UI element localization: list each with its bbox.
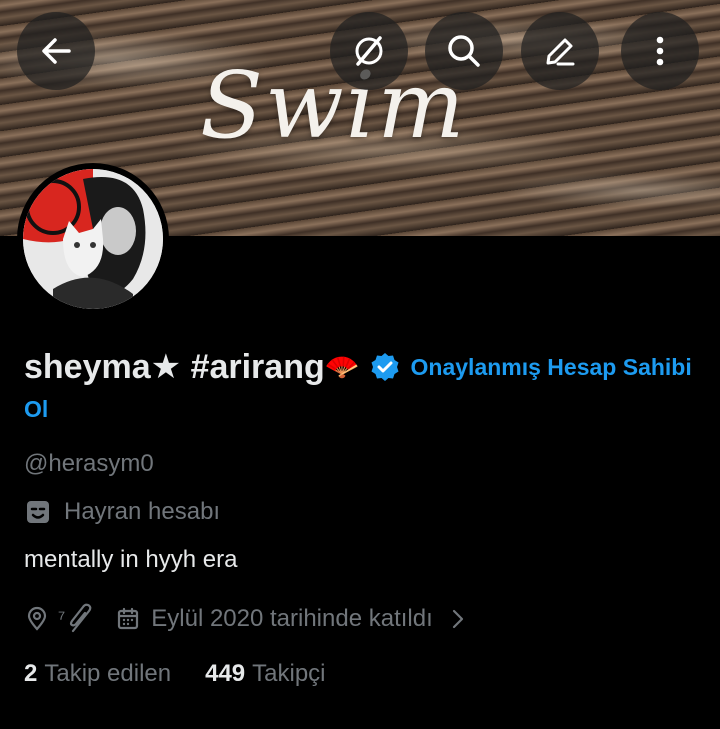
more-button[interactable] [621,12,699,90]
chevron-right-icon[interactable] [447,606,469,632]
more-vertical-icon [656,36,664,66]
search-button[interactable] [425,12,503,90]
arrow-left-icon [42,38,71,64]
followers-stat[interactable]: 449 Takipçi [205,660,325,688]
joined-date[interactable]: Eylül 2020 tarihinde katıldı [151,605,433,633]
bio: mentally in hyyh era [24,546,238,573]
search-icon [448,35,480,67]
profile-name-row: sheyma★ #arirang🪭 Onaylanmış Hesap Sahib… [24,346,704,430]
handle: @herasym0 [24,450,154,477]
avatar[interactable] [17,163,169,315]
location-icon [27,606,47,631]
fan-emoji: 🪭 [324,351,360,382]
profile-category: Hayran hesabı [24,498,220,526]
grok-icon [355,36,383,66]
following-count: 2 [24,660,38,687]
back-button[interactable] [17,12,95,90]
edit-icon [546,38,575,66]
following-stat[interactable]: 2 Takip edilen [24,660,171,688]
followers-count: 449 [205,660,246,687]
profile-meta: ⁷ Eylül 2020 tarihinde katıldı [24,600,469,638]
display-name: sheyma★ #arirang [24,348,325,386]
edit-button[interactable] [521,12,599,90]
verified-badge-icon [371,353,399,381]
category-label: Hayran hesabı [64,498,221,525]
grok-button[interactable] [330,12,408,90]
following-label: Takip edilen [44,660,172,687]
followers-label: Takipçi [252,660,326,687]
avatar-image [23,169,163,309]
paperclip-icon [70,603,92,633]
follow-stats: 2 Takip edilen 449 Takipçi [24,660,326,688]
theater-masks-icon [27,501,49,523]
location-text: ⁷ [58,607,66,630]
calendar-icon [118,607,139,630]
